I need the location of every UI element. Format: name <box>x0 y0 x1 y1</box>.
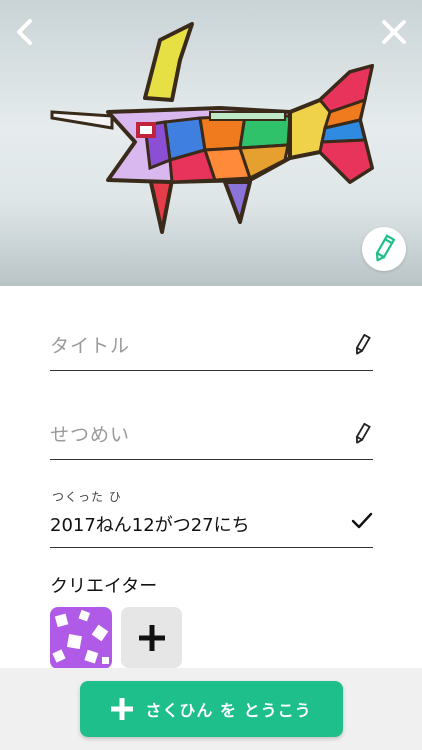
add-creator-button[interactable] <box>121 607 182 668</box>
creator-avatar[interactable] <box>50 607 112 669</box>
post-artwork-button[interactable]: さくひん を とうこう <box>80 681 343 737</box>
plus-icon <box>138 624 165 651</box>
swordfish-artwork <box>50 22 374 234</box>
back-button[interactable] <box>8 14 40 50</box>
date-label: つくった ひ <box>52 490 122 504</box>
check-icon[interactable] <box>351 512 373 530</box>
chevron-left-icon <box>17 19 32 45</box>
post-button-label: さくひん を とうこう <box>145 701 312 720</box>
creators-label: クリエイター <box>50 576 158 597</box>
close-icon <box>382 20 406 44</box>
avatar-pattern-icon <box>50 607 112 669</box>
close-button[interactable] <box>378 16 410 48</box>
pencil-icon[interactable] <box>353 334 371 356</box>
title-field[interactable]: タイトル <box>50 318 373 371</box>
artwork-photo <box>0 0 422 286</box>
edit-photo-button[interactable] <box>362 227 406 271</box>
description-field[interactable]: せつめい <box>50 406 373 460</box>
pencil-icon <box>375 234 395 262</box>
pencil-icon[interactable] <box>353 423 371 445</box>
title-placeholder: タイトル <box>50 335 131 357</box>
description-placeholder: せつめい <box>50 424 131 446</box>
date-field[interactable]: つくった ひ 2017ねん12がつ27にち <box>50 484 373 548</box>
date-value: 2017ねん12がつ27にち <box>50 515 250 536</box>
plus-icon <box>111 698 134 720</box>
